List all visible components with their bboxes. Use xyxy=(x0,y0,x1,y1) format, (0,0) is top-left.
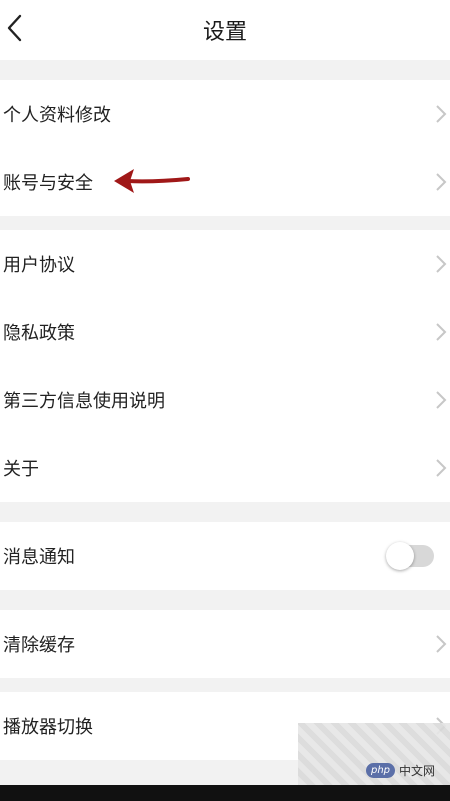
chevron-right-icon xyxy=(436,323,447,341)
menu-item-label: 账号与安全 xyxy=(3,173,93,194)
chevron-right-icon xyxy=(436,391,447,409)
watermark-badge: php xyxy=(366,762,396,778)
section-cache: 清除缓存 xyxy=(0,610,450,678)
menu-item-clear-cache[interactable]: 清除缓存 xyxy=(0,610,450,678)
menu-item-message-notification: 消息通知 xyxy=(0,522,450,590)
menu-item-user-agreement[interactable]: 用户协议 xyxy=(0,230,450,298)
menu-item-label: 个人资料修改 xyxy=(3,105,111,126)
menu-item-profile-edit[interactable]: 个人资料修改 xyxy=(0,80,450,148)
site-watermark: php 中文网 xyxy=(366,756,450,784)
toggle-knob xyxy=(386,542,414,570)
menu-item-label: 关于 xyxy=(3,459,39,480)
notification-toggle[interactable] xyxy=(386,542,434,570)
menu-item-account-security[interactable]: 账号与安全 xyxy=(0,148,450,216)
watermark-text: 中文网 xyxy=(399,763,436,778)
chevron-right-icon xyxy=(436,173,447,191)
menu-item-third-party-info[interactable]: 第三方信息使用说明 xyxy=(0,366,450,434)
menu-item-label: 播放器切换 xyxy=(3,717,93,738)
bottom-edge-bar xyxy=(0,785,450,801)
chevron-right-icon xyxy=(436,459,447,477)
section-account: 个人资料修改 账号与安全 xyxy=(0,80,450,216)
menu-item-label: 第三方信息使用说明 xyxy=(3,391,165,412)
menu-item-privacy-policy[interactable]: 隐私政策 xyxy=(0,298,450,366)
chevron-right-icon xyxy=(436,255,447,273)
chevron-right-icon xyxy=(436,105,447,123)
section-info: 用户协议 隐私政策 第三方信息使用说明 关于 xyxy=(0,230,450,502)
section-notifications: 消息通知 xyxy=(0,522,450,590)
page-title: 设置 xyxy=(202,20,247,45)
menu-item-about[interactable]: 关于 xyxy=(0,434,450,502)
menu-item-label: 清除缓存 xyxy=(3,635,75,656)
chevron-right-icon xyxy=(436,635,447,653)
menu-item-label: 用户协议 xyxy=(3,255,75,276)
menu-item-label: 消息通知 xyxy=(3,547,75,568)
menu-item-label: 隐私政策 xyxy=(3,323,75,344)
header-bar: 设置 xyxy=(0,0,450,60)
annotation-arrow-icon xyxy=(114,169,190,193)
